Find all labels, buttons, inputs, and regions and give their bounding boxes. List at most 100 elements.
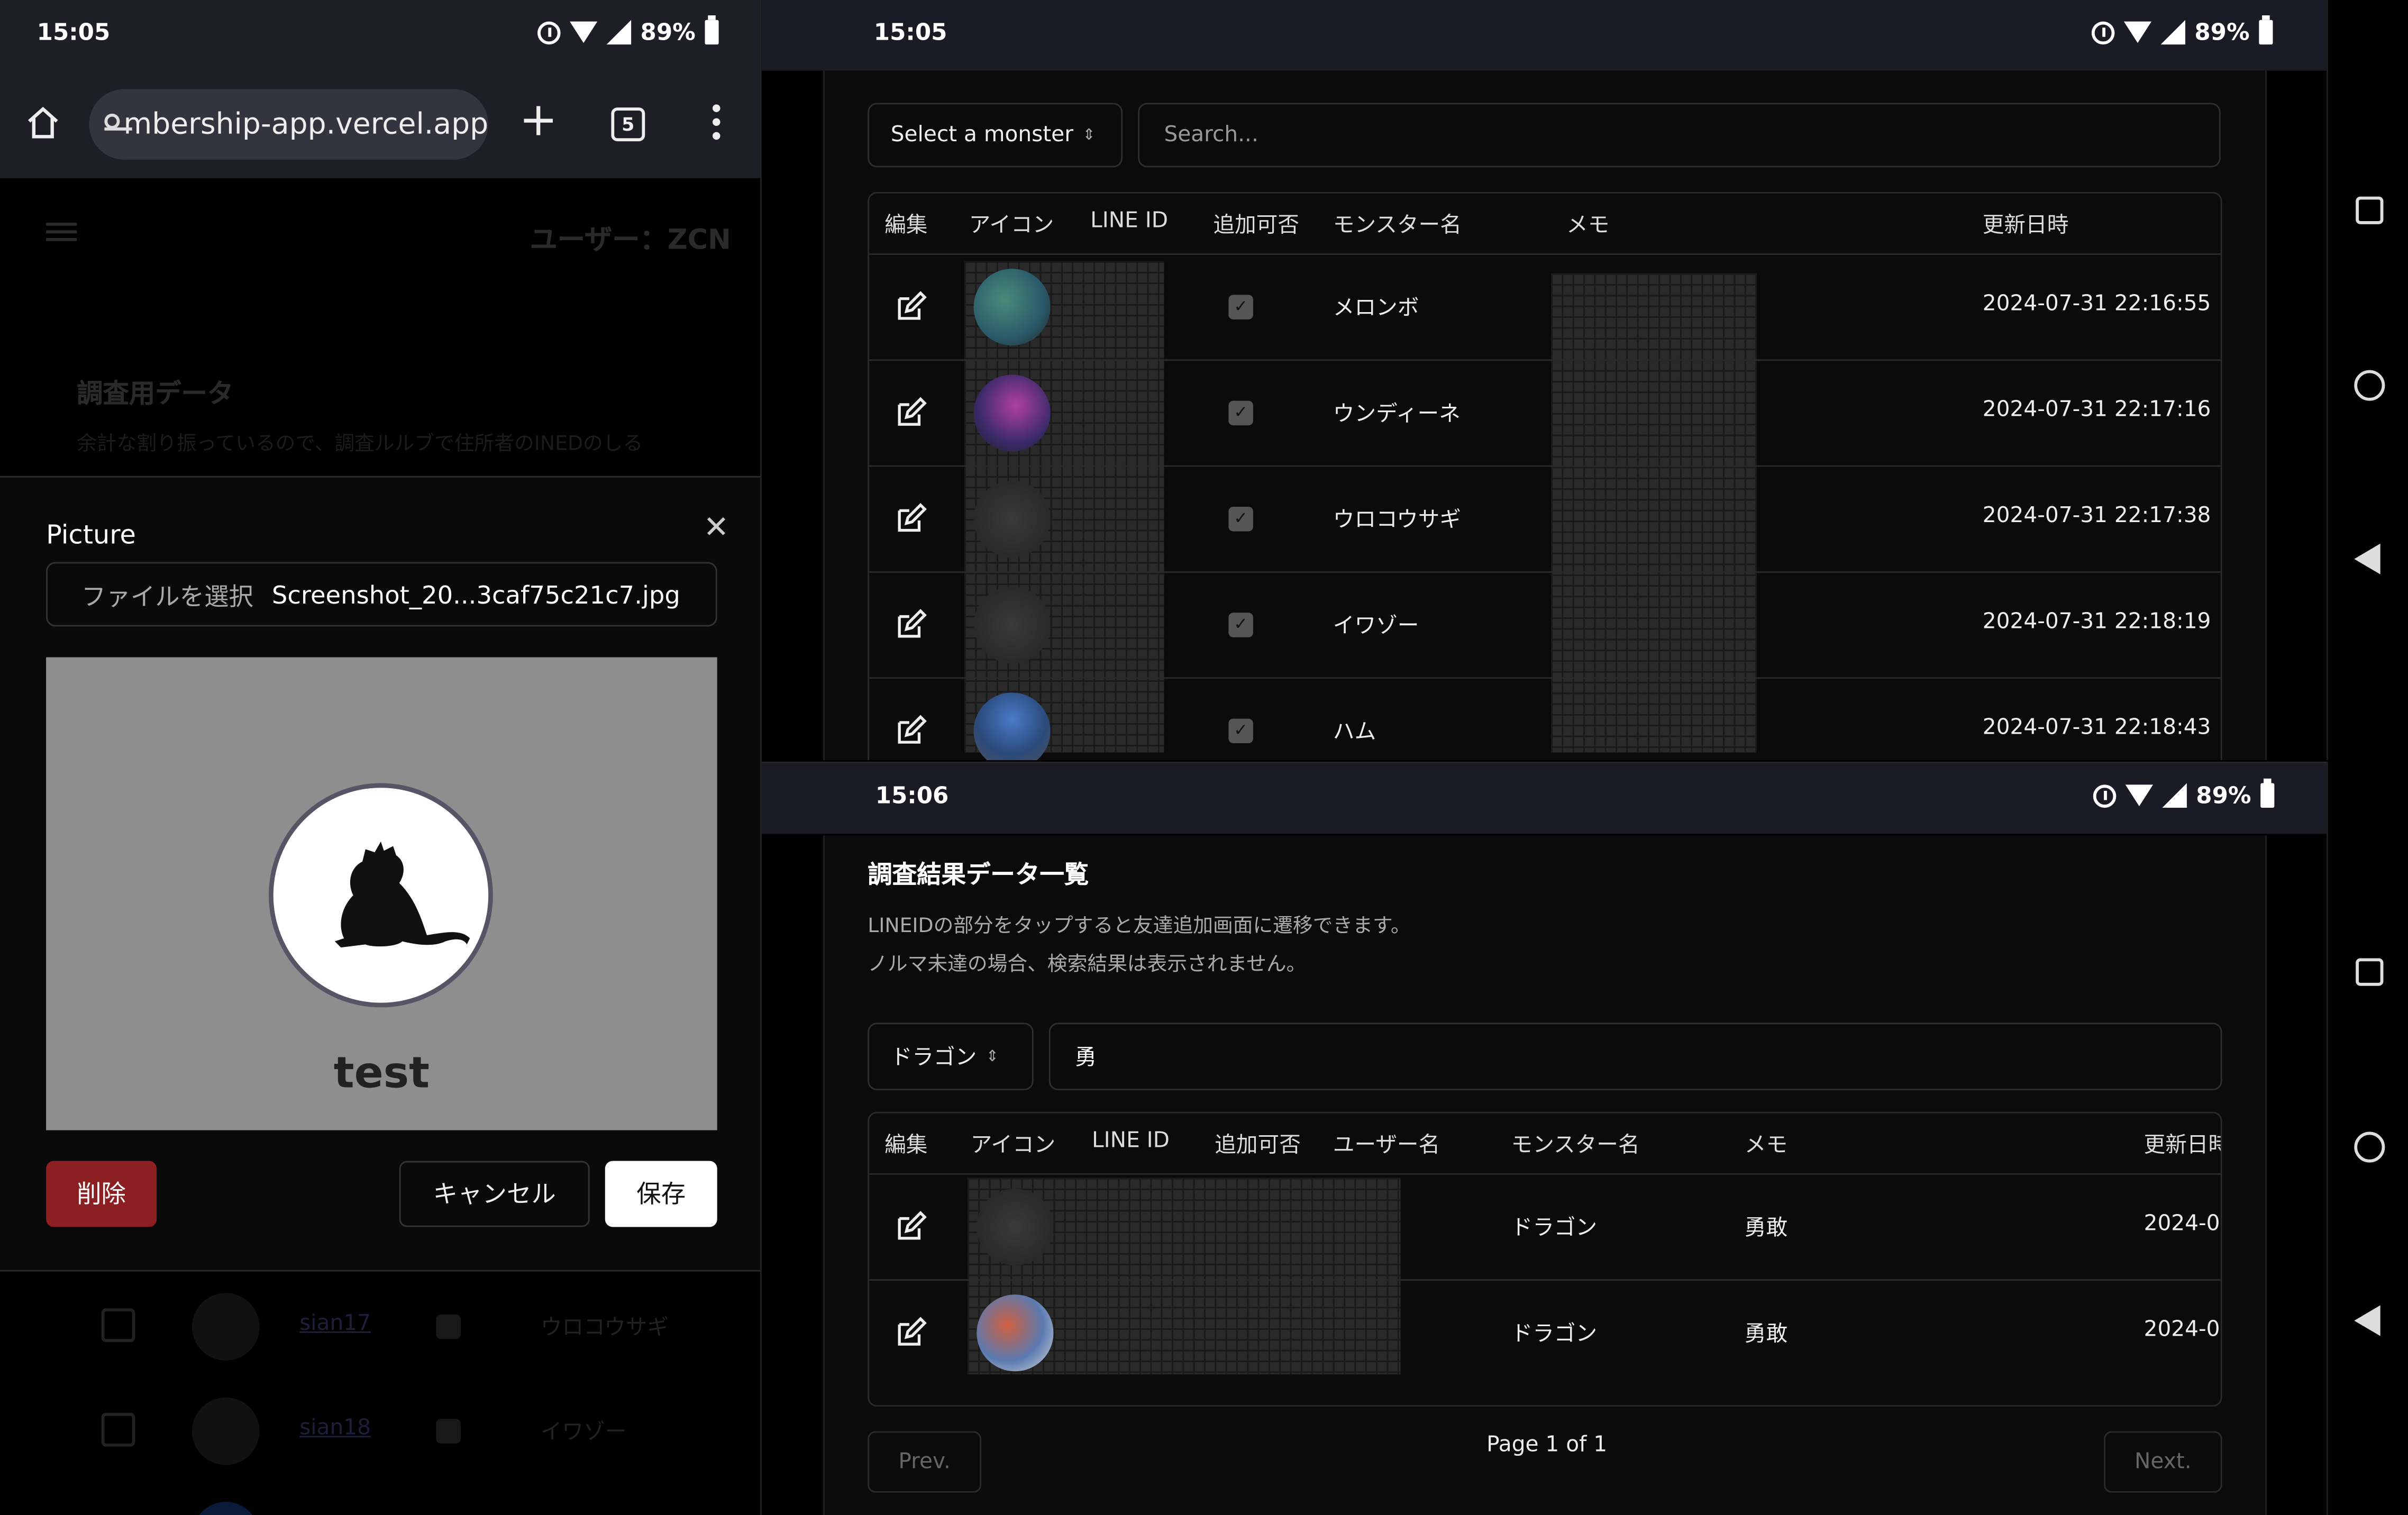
recents-icon[interactable] <box>2356 958 2384 986</box>
cancel-button[interactable]: キャンセル <box>399 1161 590 1227</box>
table-row: ドラゴン 勇敢 2024-0 <box>869 1279 2221 1383</box>
edit-icon[interactable] <box>894 714 928 748</box>
browser-menu-icon[interactable] <box>712 104 722 144</box>
edit-icon[interactable] <box>894 608 928 642</box>
url-text[interactable]: mbership-app.vercel.app <box>124 107 489 141</box>
close-icon[interactable]: ✕ <box>704 508 729 545</box>
left-browser-panel: 15:05 89% mbership-app.vercel.app + 5 ユー… <box>0 0 762 1515</box>
monster-avatar <box>973 375 1051 452</box>
updated-at: 2024-0 <box>2144 1317 2220 1343</box>
th-monster: モンスター名 <box>1333 213 1462 238</box>
recents-icon[interactable] <box>2356 196 2384 224</box>
updated-at: 2024-07-31 22:18:19 <box>1982 609 2211 634</box>
edit-icon[interactable] <box>894 502 928 536</box>
monster-avatar <box>973 269 1051 346</box>
table-row: ✓ ハム 2024-07-31 22:18:43 <box>869 677 2221 760</box>
monster-select[interactable]: Select a monster ⇕ <box>868 103 1123 168</box>
search-input[interactable]: Search... <box>1138 103 2221 168</box>
th-updated: 更新日時 <box>2144 1133 2222 1158</box>
search-value: 勇 <box>1075 1045 1097 1071</box>
status-time: 15:06 <box>875 781 949 809</box>
next-button[interactable]: Next. <box>2104 1431 2222 1493</box>
bg-section-desc: 余計な割り振っているので、調査ルルブで住所者のINEDのしる <box>77 433 643 457</box>
search-input[interactable]: 勇 <box>1048 1023 2222 1091</box>
bg-avatar <box>191 1397 260 1465</box>
th-memo: メモ <box>1744 1133 1788 1158</box>
home-icon[interactable] <box>24 104 61 141</box>
avatar-preview <box>269 783 493 1008</box>
status-time: 15:05 <box>37 18 111 47</box>
delete-button[interactable]: 削除 <box>46 1161 157 1227</box>
edit-icon[interactable] <box>894 290 928 324</box>
results-table: 編集 アイコン LINE ID 追加可否 ユーザー名 モンスター名 メモ 更新日… <box>868 1111 2222 1407</box>
edit-icon[interactable] <box>894 396 928 430</box>
bg-line-id: sian17 <box>299 1311 371 1336</box>
th-memo: メモ <box>1566 213 1610 238</box>
monster-avatar <box>973 692 1051 760</box>
memo: 勇敢 <box>1744 1322 1788 1347</box>
alarm-icon <box>2091 21 2115 44</box>
updated-at: 2024-0 <box>2144 1211 2220 1236</box>
memo: 勇敢 <box>1744 1216 1788 1241</box>
system-nav-bar-top <box>2327 0 2408 760</box>
table-row: ✓ イワゾー 2024-07-31 22:18:19 <box>869 571 2221 676</box>
edit-icon[interactable] <box>894 1210 928 1244</box>
tab-switcher-icon[interactable]: 5 <box>611 107 645 142</box>
page-indicator: Page 1 of 1 <box>1486 1432 1608 1457</box>
file-select-button[interactable]: ファイルを選択 <box>81 576 253 613</box>
save-button[interactable]: 保存 <box>605 1161 717 1227</box>
monster-name: イワゾー <box>1333 614 1419 639</box>
prev-button[interactable]: Prev. <box>868 1431 982 1493</box>
home-nav-icon[interactable] <box>2354 1131 2385 1163</box>
edit-icon[interactable] <box>894 1316 928 1350</box>
image-preview: test <box>46 657 717 1130</box>
battery-icon <box>2259 15 2273 45</box>
back-icon[interactable] <box>2354 1305 2380 1336</box>
table-row: ✓ ウンディーネ 2024-07-31 22:17:16 <box>869 359 2221 463</box>
th-line-id: LINE ID <box>1090 208 1169 234</box>
addable-checkbox[interactable]: ✓ <box>1228 613 1253 637</box>
addable-checkbox[interactable]: ✓ <box>1228 400 1253 426</box>
home-nav-icon[interactable] <box>2354 370 2385 401</box>
url-bar[interactable]: mbership-app.vercel.app <box>89 89 488 160</box>
addable-checkbox[interactable]: ✓ <box>1228 295 1253 320</box>
monster-avatar <box>977 1294 1054 1372</box>
alarm-icon <box>537 21 561 44</box>
table-row: ドラゴン 勇敢 2024-0 <box>869 1173 2221 1277</box>
status-icons: 89% <box>2091 15 2273 46</box>
monster-name: ウンディーネ <box>1333 402 1461 427</box>
site-settings-icon[interactable] <box>104 113 135 135</box>
file-input[interactable]: ファイルを選択 Screenshot_20...3caf75c21c7.jpg <box>46 562 717 627</box>
chevron-updown-icon: ⇕ <box>986 1048 999 1065</box>
th-monster: モンスター名 <box>1511 1133 1640 1158</box>
search-placeholder: Search... <box>1164 123 1258 148</box>
preview-name: test <box>333 1047 430 1098</box>
file-name: Screenshot_20...3caf75c21c7.jpg <box>271 579 680 609</box>
monster-name: メロンボ <box>1333 296 1419 321</box>
signal-icon <box>2162 783 2187 808</box>
alarm-icon <box>2093 783 2117 807</box>
addable-checkbox[interactable]: ✓ <box>1228 506 1253 532</box>
new-tab-icon[interactable]: + <box>519 97 558 144</box>
bg-checkbox <box>436 1314 461 1339</box>
battery-icon <box>705 15 719 45</box>
cat-icon <box>334 841 470 948</box>
back-icon[interactable] <box>2354 543 2380 574</box>
bg-avatar <box>191 1502 260 1515</box>
updated-at: 2024-07-31 22:18:43 <box>1982 715 2211 741</box>
signal-icon <box>606 20 632 45</box>
updated-at: 2024-07-31 22:17:16 <box>1982 397 2211 423</box>
bg-checkbox <box>436 1419 461 1444</box>
bg-monster: イワゾー <box>540 1420 627 1445</box>
status-time: 15:05 <box>873 18 947 47</box>
right-bottom-panel: 15:06 89% 調査結果データ一覧 LINEIDの部分をタップすると友達追加… <box>761 761 2327 1515</box>
wifi-icon <box>570 21 598 43</box>
bg-avatar <box>191 1293 260 1361</box>
hamburger-icon <box>46 218 77 249</box>
right-top-panel: 15:05 89% Select a monster ⇕ Search... 編… <box>761 0 2327 760</box>
th-icon: アイコン <box>969 213 1054 238</box>
wifi-icon <box>2125 784 2154 807</box>
monster-select[interactable]: ドラゴン ⇕ <box>868 1023 1034 1091</box>
addable-checkbox[interactable]: ✓ <box>1228 718 1253 744</box>
th-edit: 編集 <box>884 1133 928 1158</box>
